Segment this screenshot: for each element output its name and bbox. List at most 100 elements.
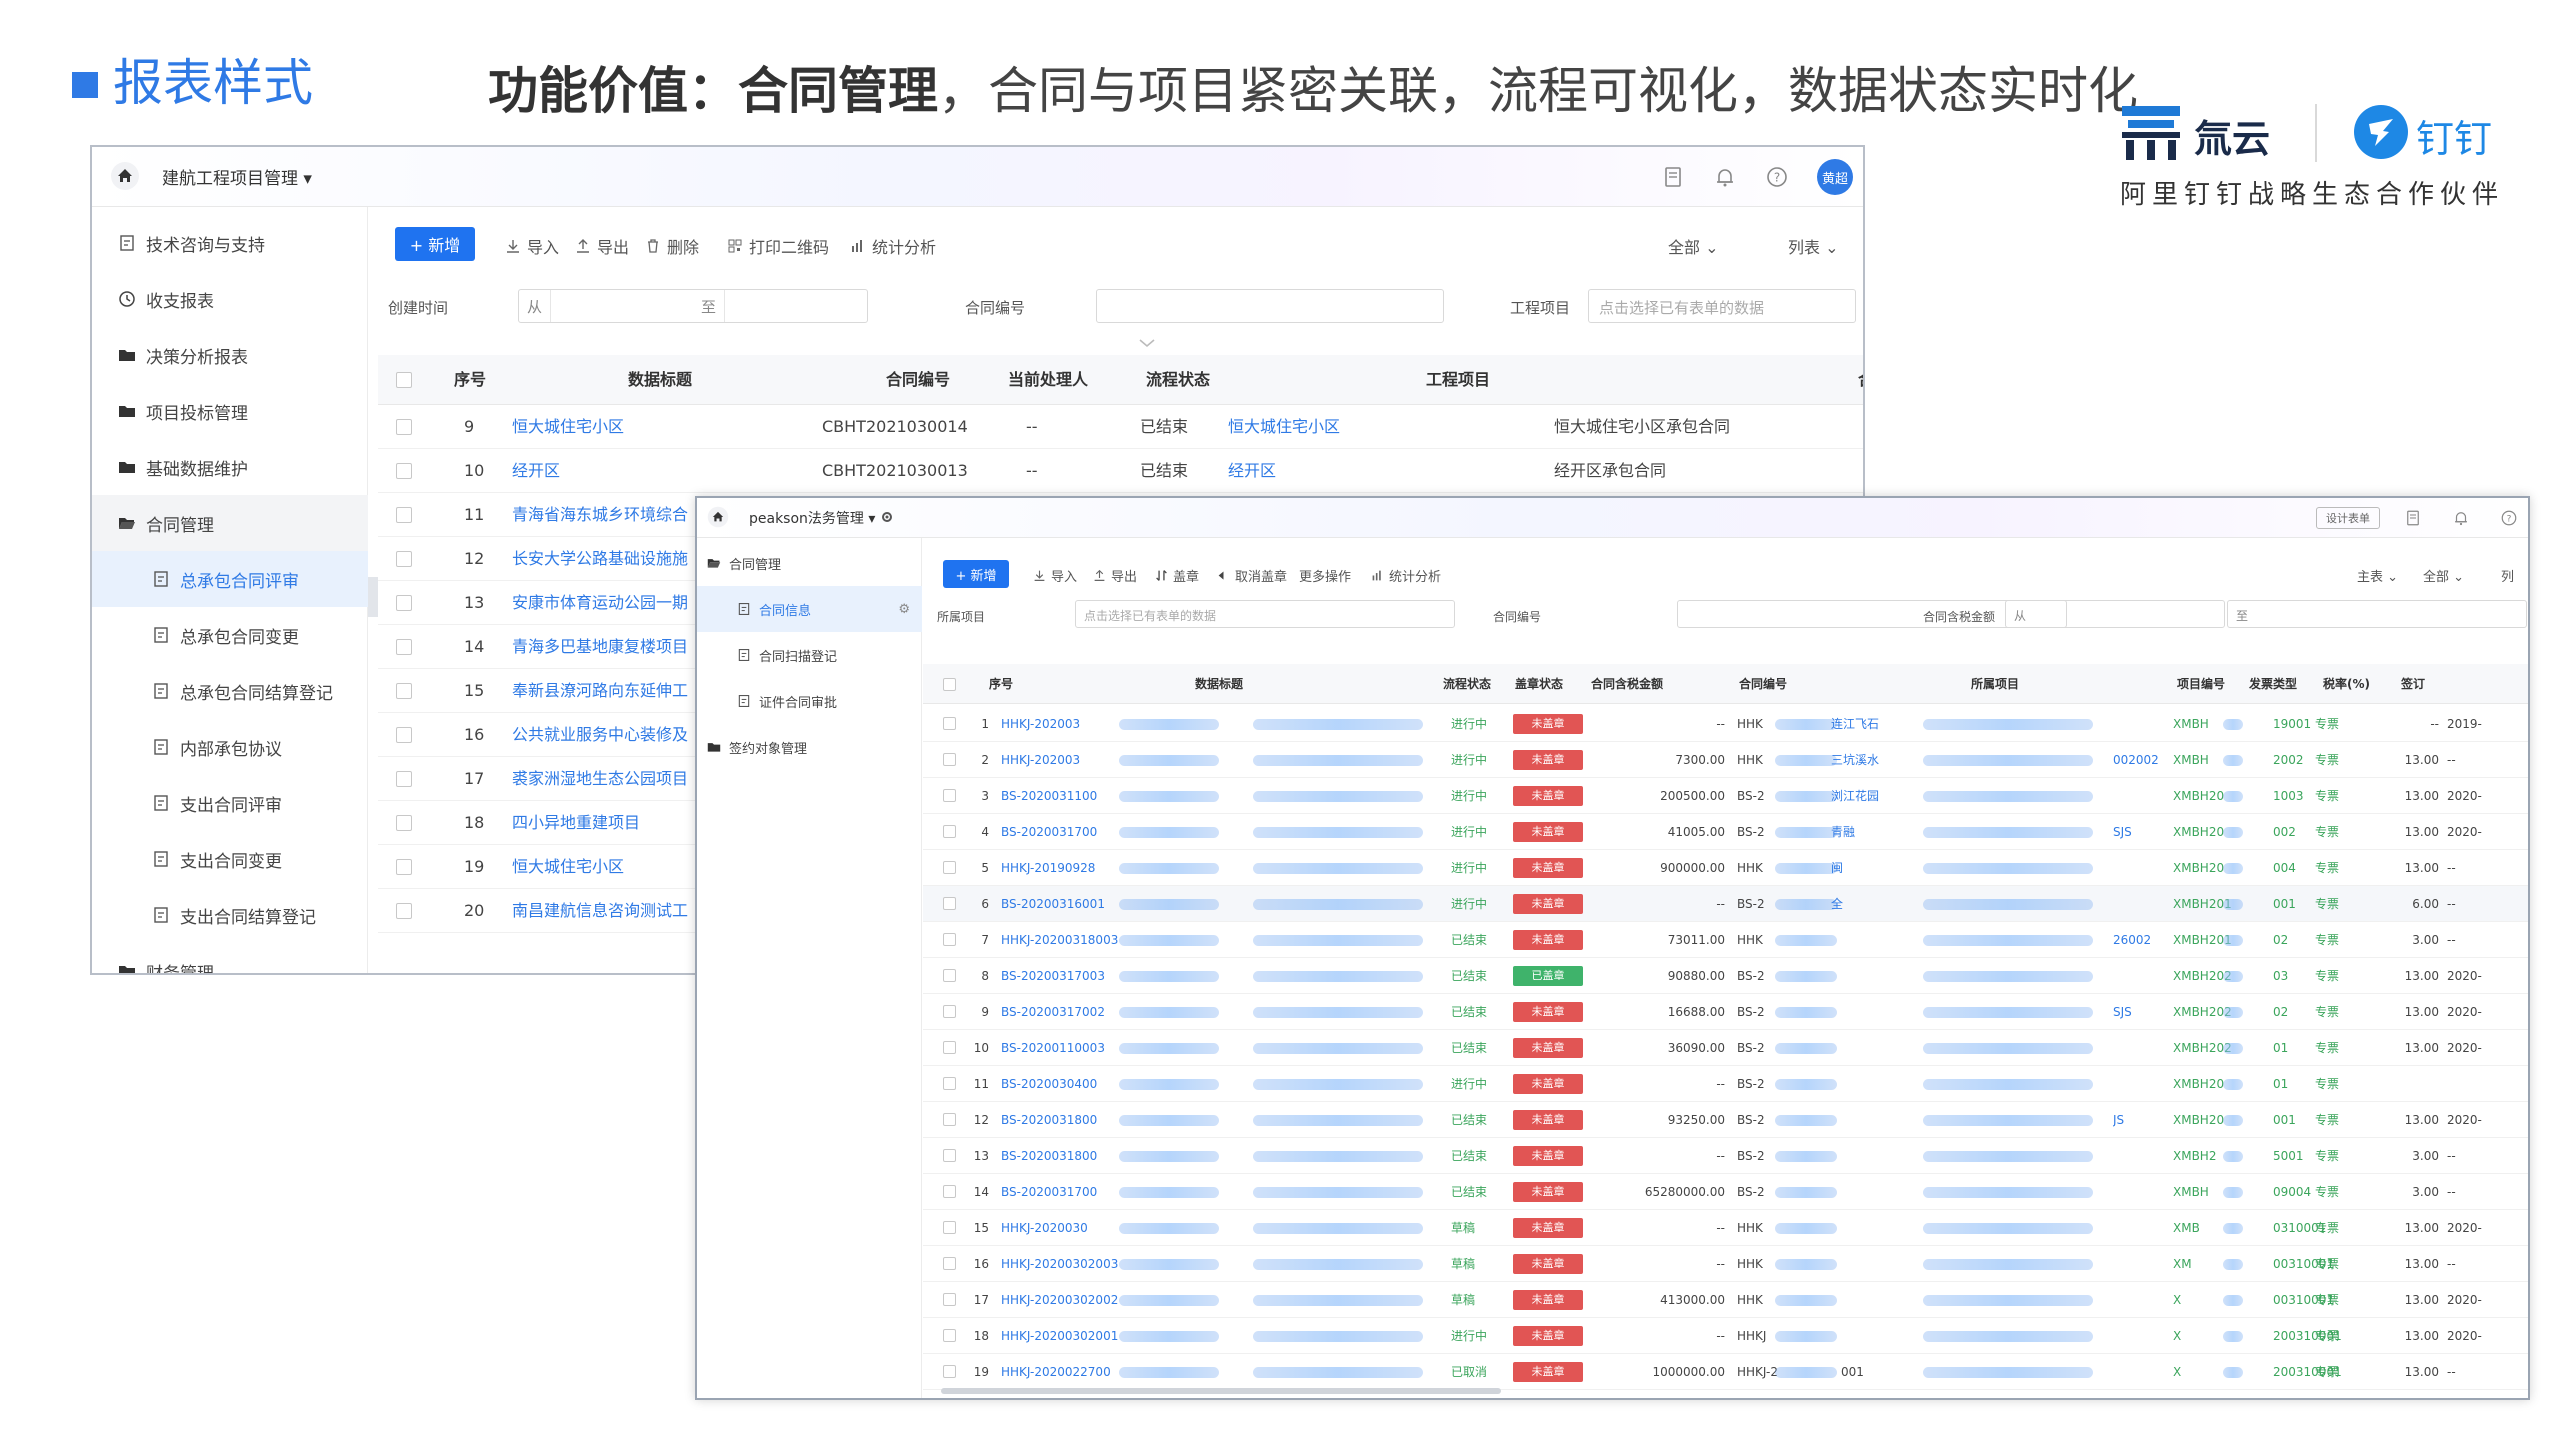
table-row[interactable]: 9 BS-20200317002 已结束 未盖章 16688.00 BS-2 SJS XMBH… <box>923 994 2528 1030</box>
cell-title[interactable]: HHKJ-20190928 <box>1001 850 1095 886</box>
row-checkbox[interactable] <box>396 683 412 699</box>
table-row[interactable]: 18 HHKJ-20200302001 进行中 未盖章 -- HHKJ X 200310001… <box>923 1318 2528 1354</box>
cell-title[interactable]: HHKJ-20200302002 <box>1001 1282 1118 1318</box>
sidebar-item[interactable]: 收支报表 <box>92 271 368 327</box>
column-header[interactable]: 盖章状态 <box>1515 664 1563 704</box>
cell-title[interactable]: 恒大城住宅小区 <box>512 405 702 449</box>
table-row[interactable]: 3 BS-2020031100 进行中 未盖章 200500.00 BS-2 浏江花园 XMB… <box>923 778 2528 814</box>
cell-title[interactable]: 安康市体育运动公园一期 <box>512 581 702 625</box>
sidebar-item[interactable]: 技术咨询与支持 <box>92 215 368 271</box>
delete-button[interactable]: 删除 <box>645 234 699 258</box>
row-checkbox[interactable] <box>396 419 412 435</box>
table-row[interactable]: 5 HHKJ-20190928 进行中 未盖章 900000.00 HHK 闽 XMBH20 0… <box>923 850 2528 886</box>
table-row[interactable]: 12 BS-2020031800 已结束 未盖章 93250.00 BS-2 JS XMBH2… <box>923 1102 2528 1138</box>
project-select-input[interactable]: 点击选择已有表单的数据 <box>1075 600 1455 628</box>
row-checkbox[interactable] <box>943 1113 956 1126</box>
row-checkbox[interactable] <box>943 1329 956 1342</box>
column-header[interactable]: 签订 <box>2401 664 2425 704</box>
table-row[interactable]: 8 BS-20200317003 已结束 已盖章 90880.00 BS-2 XMBH202… <box>923 958 2528 994</box>
cell-project[interactable]: 三坑溪水 <box>1831 742 1921 778</box>
view-mode-dropdown[interactable]: 列 <box>2501 566 2514 585</box>
sidebar-item[interactable]: 支出合同变更 <box>92 831 368 887</box>
sidebar-item[interactable]: 财务管理 <box>92 943 368 973</box>
cell-title[interactable]: HHKJ-2020030 <box>1001 1210 1088 1246</box>
document-icon[interactable] <box>1661 165 1685 189</box>
bell-icon[interactable] <box>1713 165 1737 189</box>
column-header[interactable]: 数据标题 <box>628 355 692 405</box>
cell-title[interactable]: BS-2020031700 <box>1001 814 1097 850</box>
cell-title[interactable]: HHKJ-20200318003 <box>1001 922 1118 958</box>
cell-title[interactable]: 经开区 <box>512 449 702 493</box>
column-header[interactable]: 流程状态 <box>1443 664 1491 704</box>
column-header[interactable]: 数据标题 <box>1195 664 1243 704</box>
row-checkbox[interactable] <box>943 1149 956 1162</box>
add-button[interactable]: + 新增 <box>395 227 475 261</box>
cell-title[interactable]: 青海多巴基地康复楼项目 <box>512 625 702 669</box>
export-button[interactable]: 导出 <box>575 234 629 258</box>
cell-project_tail[interactable]: 002002 <box>2113 742 2159 778</box>
contract-no-input[interactable] <box>1096 289 1444 323</box>
select-all-checkbox[interactable] <box>943 678 956 691</box>
sidebar-item[interactable]: 合同管理 <box>697 540 922 586</box>
app-switcher[interactable]: 建航工程项目管理 ▾ <box>162 164 312 189</box>
table-row[interactable]: 11 BS-2020030400 进行中 未盖章 -- BS-2 XMBH20 01 专票 <box>923 1066 2528 1102</box>
row-checkbox[interactable] <box>943 1041 956 1054</box>
seal-button[interactable]: 盖章 <box>1155 566 1199 585</box>
gear-icon[interactable] <box>880 510 894 524</box>
row-checkbox[interactable] <box>943 1185 956 1198</box>
column-header[interactable]: 序号 <box>989 664 1013 704</box>
row-checkbox[interactable] <box>943 717 956 730</box>
cell-title[interactable]: BS-20200316001 <box>1001 886 1105 922</box>
amount-to-input[interactable]: 至 <box>2227 600 2527 628</box>
row-checkbox[interactable] <box>396 463 412 479</box>
cell-project[interactable]: 连江飞石 <box>1831 706 1921 742</box>
table-row[interactable]: 16 HHKJ-20200302003 草稿 未盖章 -- HHK XM 00310001 专票… <box>923 1246 2528 1282</box>
sidebar-item[interactable]: 总承包合同评审 <box>92 551 368 607</box>
row-checkbox[interactable] <box>396 507 412 523</box>
cancel-seal-button[interactable]: 取消盖章 <box>1217 566 1287 585</box>
sidebar-item[interactable]: 证件合同审批 <box>697 678 922 724</box>
row-checkbox[interactable] <box>943 1005 956 1018</box>
cell-title[interactable]: 青海省海东城乡环境综合 <box>512 493 702 537</box>
import-button[interactable]: 导入 <box>1033 566 1077 585</box>
table-row[interactable]: 10 BS-20200110003 已结束 未盖章 36090.00 BS-2 XMBH20… <box>923 1030 2528 1066</box>
cell-title[interactable]: HHKJ-2020022700 <box>1001 1354 1111 1390</box>
home-icon[interactable] <box>110 161 140 191</box>
column-header[interactable]: 工程项目 <box>1426 355 1490 405</box>
filter-all-dropdown[interactable]: 全部 ⌄ <box>2423 566 2464 585</box>
sidebar-item[interactable]: 内部承包协议 <box>92 719 368 775</box>
sidebar-item[interactable]: 项目投标管理 <box>92 383 368 439</box>
row-checkbox[interactable] <box>396 859 412 875</box>
cell-title[interactable]: HHKJ-20200302001 <box>1001 1318 1118 1354</box>
cell-title[interactable]: HHKJ-20200302003 <box>1001 1246 1118 1282</box>
sidebar-item[interactable]: 总承包合同变更 <box>92 607 368 663</box>
table-row[interactable]: 17 HHKJ-20200302002 草稿 未盖章 413000.00 HHK X 0031… <box>923 1282 2528 1318</box>
row-checkbox[interactable] <box>943 789 956 802</box>
table-row[interactable]: 19 HHKJ-2020022700 已取消 未盖章 1000000.00 HHKJ-2 0… <box>923 1354 2528 1390</box>
sidebar-item[interactable]: 支出合同结算登记 <box>92 887 368 943</box>
cell-title[interactable]: BS-20200317003 <box>1001 958 1105 994</box>
row-checkbox[interactable] <box>943 969 956 982</box>
document-icon[interactable] <box>2404 509 2422 527</box>
column-header[interactable]: 序号 <box>454 355 486 405</box>
row-checkbox[interactable] <box>396 551 412 567</box>
export-button[interactable]: 导出 <box>1093 566 1137 585</box>
amount-from-input[interactable]: 从 <box>2005 600 2225 628</box>
view-mode-dropdown[interactable]: 列表 ⌄ <box>1788 234 1839 258</box>
cell-title[interactable]: 公共就业服务中心装修及 <box>512 713 702 757</box>
sidebar-item[interactable]: 基础数据维护 <box>92 439 368 495</box>
cell-project[interactable]: 青融 <box>1831 814 1921 850</box>
cell-project_tail[interactable]: JS <box>2113 1102 2124 1138</box>
add-button[interactable]: + 新增 <box>943 560 1009 588</box>
project-select-input[interactable]: 点击选择已有表单的数据 <box>1588 289 1856 323</box>
row-checkbox[interactable] <box>943 933 956 946</box>
cell-title[interactable]: BS-20200317002 <box>1001 994 1105 1030</box>
print-qr-button[interactable]: 打印二维码 <box>727 234 829 258</box>
cell-title[interactable]: 裘家洲湿地生态公园项目 <box>512 757 702 801</box>
user-avatar[interactable]: 黄超 <box>1817 159 1853 195</box>
cell-project_tail[interactable]: 26002 <box>2113 922 2151 958</box>
range-end-input[interactable] <box>724 290 867 322</box>
app-switcher-2[interactable]: peakson法务管理 ▾ <box>749 508 875 528</box>
cell-project[interactable]: 全 <box>1831 886 1921 922</box>
help-icon[interactable]: ? <box>2500 509 2518 527</box>
